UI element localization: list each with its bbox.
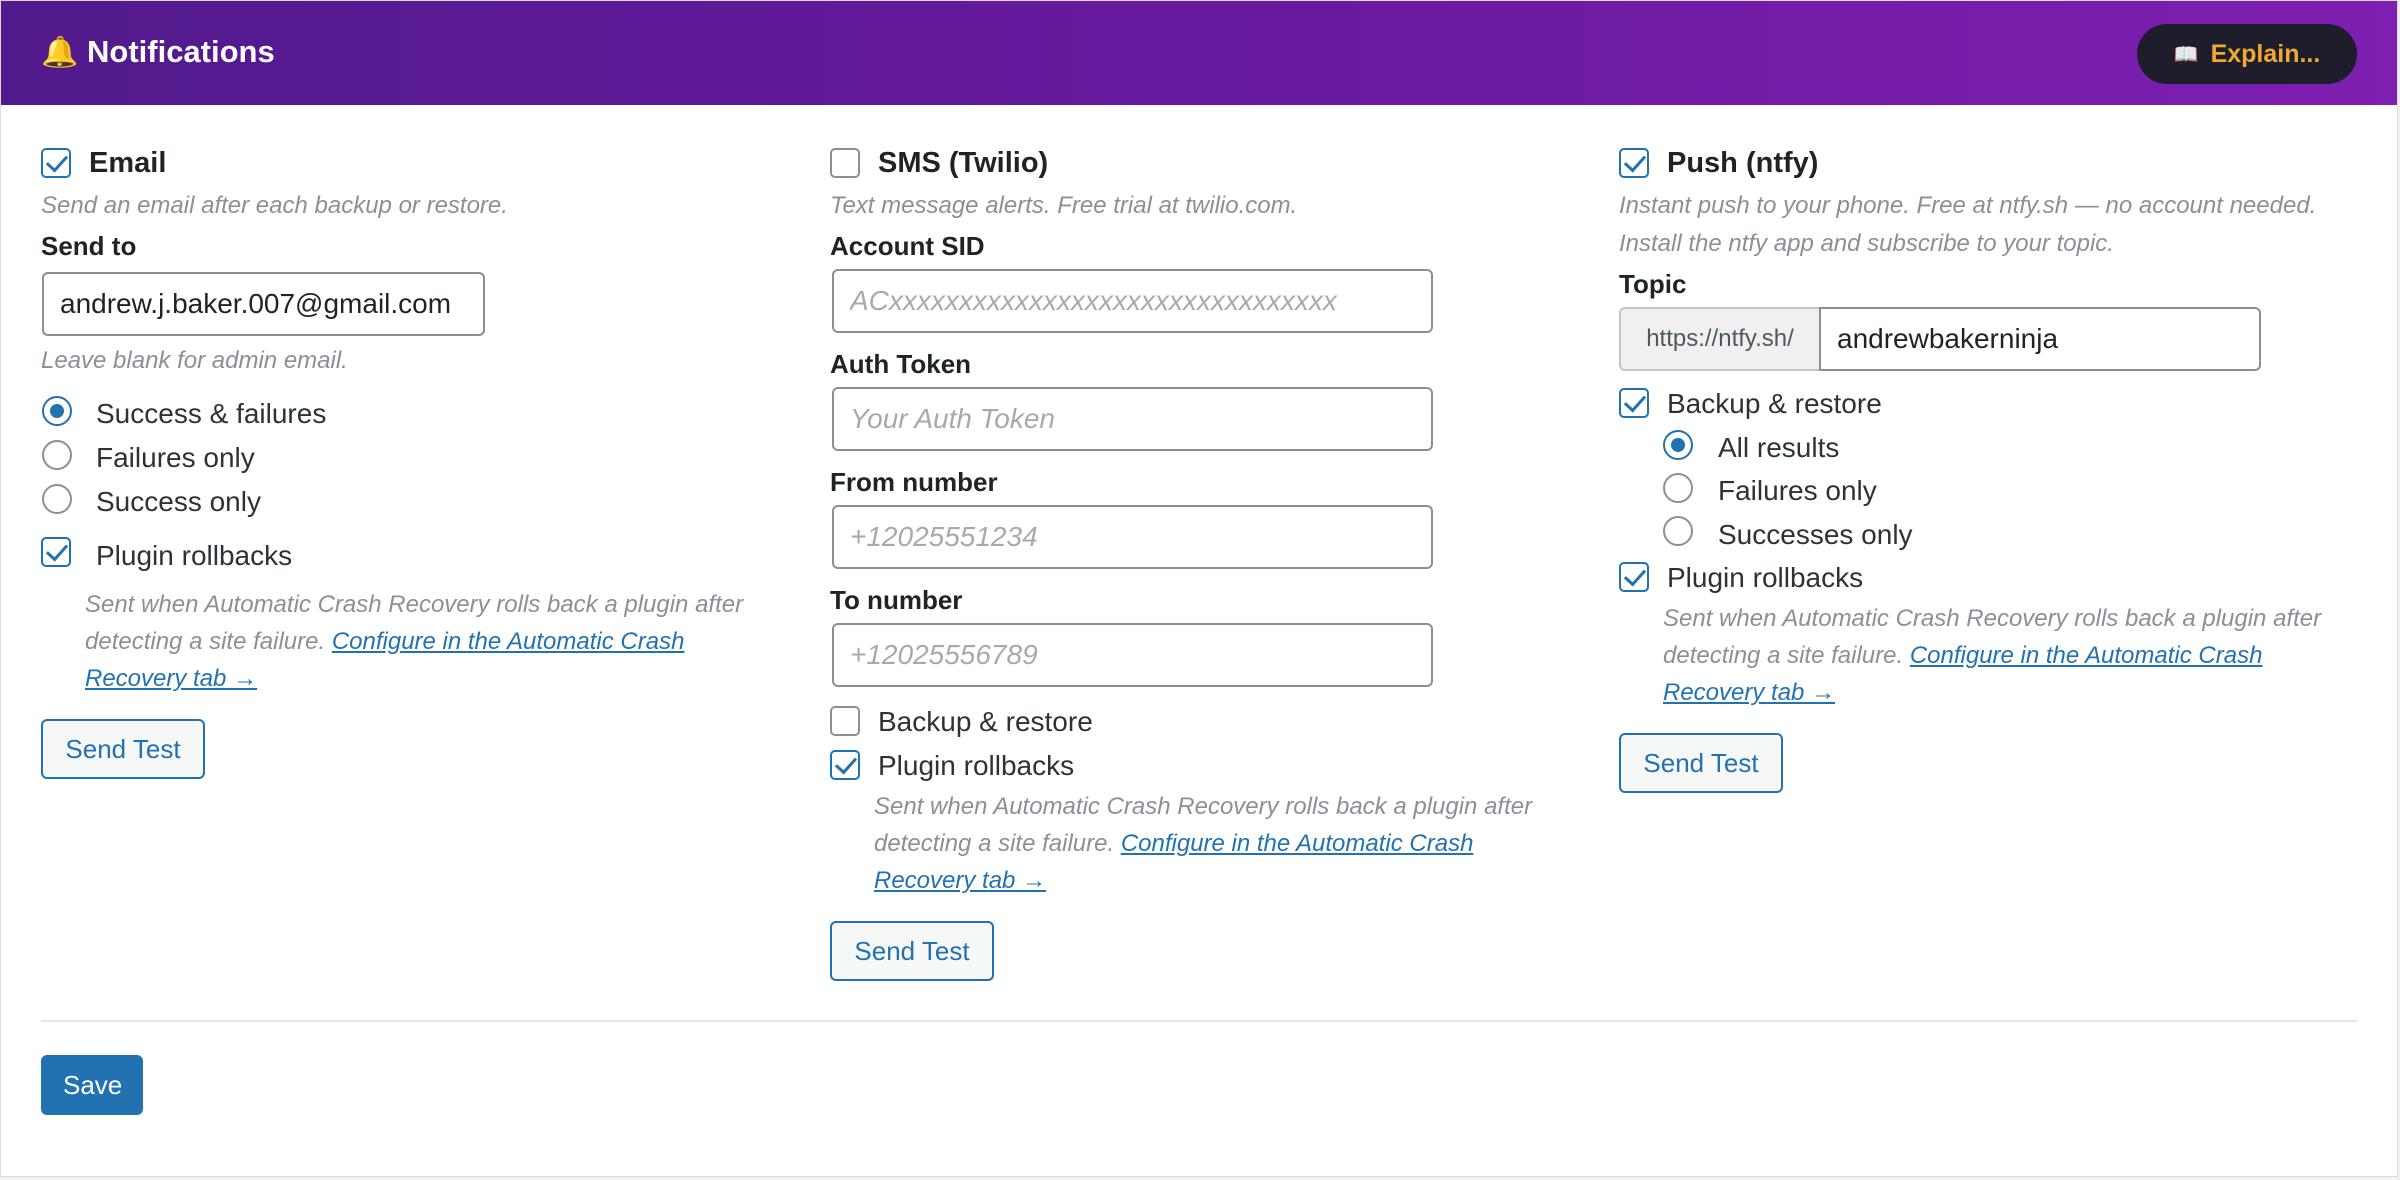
- to-number-label: To number: [830, 585, 963, 615]
- push-option-successes-only-radio[interactable]: [1663, 516, 1693, 546]
- panel-header: 🔔 Notifications 📖 Explain...: [1, 1, 2397, 105]
- footer-divider: [41, 1020, 2357, 1022]
- sms-enable-checkbox[interactable]: [830, 148, 860, 178]
- send-to-hint: Leave blank for admin email.: [41, 347, 348, 374]
- push-send-test-button[interactable]: Send Test: [1619, 733, 1783, 793]
- sms-rollbacks-note: Sent when Automatic Crash Recovery rolls…: [874, 788, 1554, 899]
- explain-button-label: Explain...: [2210, 39, 2321, 68]
- email-enable-checkbox[interactable]: [41, 148, 71, 178]
- push-option-successes-only-label: Successes only: [1718, 519, 1913, 550]
- push-enable-checkbox[interactable]: [1619, 148, 1649, 178]
- sms-backup-restore-checkbox[interactable]: [830, 706, 860, 736]
- email-option-success-only-radio[interactable]: [42, 484, 72, 514]
- sms-backup-restore-label: Backup & restore: [878, 706, 1093, 737]
- email-option-success-failures-label: Success & failures: [96, 398, 327, 429]
- send-to-input[interactable]: [42, 272, 485, 336]
- email-option-success-only-label: Success only: [96, 486, 261, 517]
- sms-rollbacks-label: Plugin rollbacks: [878, 750, 1075, 781]
- push-rollbacks-label: Plugin rollbacks: [1667, 562, 1864, 593]
- push-option-all-results-label: All results: [1718, 432, 1840, 463]
- push-option-all-results-radio[interactable]: [1663, 430, 1693, 460]
- topic-input[interactable]: [1819, 307, 2261, 371]
- account-sid-input[interactable]: [832, 269, 1433, 333]
- push-rollbacks-checkbox[interactable]: [1619, 562, 1649, 592]
- email-send-test-button[interactable]: Send Test: [41, 719, 205, 779]
- sms-section: SMS (Twilio) Text message alerts. Free t…: [790, 105, 1590, 1005]
- account-sid-label: Account SID: [830, 231, 985, 261]
- sms-rollbacks-checkbox[interactable]: [830, 750, 860, 780]
- bell-icon: 🔔: [41, 36, 79, 69]
- push-description: Instant push to your phone. Free at ntfy…: [1619, 192, 2317, 257]
- sms-send-test-button[interactable]: Send Test: [830, 921, 994, 981]
- auth-token-label: Auth Token: [830, 349, 972, 379]
- push-section: Push (ntfy) Instant push to your phone. …: [1579, 105, 2379, 855]
- email-rollbacks-label: Plugin rollbacks: [96, 540, 293, 571]
- topic-prefix: https://ntfy.sh/: [1619, 307, 1819, 371]
- email-description: Send an email after each backup or resto…: [41, 192, 508, 219]
- email-option-failures-only-radio[interactable]: [42, 440, 72, 470]
- sms-description: Text message alerts. Free trial at twili…: [830, 192, 1298, 219]
- push-option-failures-only-radio[interactable]: [1663, 473, 1693, 503]
- to-number-input[interactable]: [832, 623, 1433, 687]
- email-section-title: Email: [89, 147, 167, 179]
- push-option-failures-only-label: Failures only: [1718, 475, 1877, 506]
- auth-token-input[interactable]: [832, 387, 1433, 451]
- save-button[interactable]: Save: [41, 1055, 143, 1115]
- sms-section-title: SMS (Twilio): [878, 147, 1049, 179]
- send-to-label: Send to: [41, 231, 137, 261]
- from-number-input[interactable]: [832, 505, 1433, 569]
- email-option-success-failures-radio[interactable]: [42, 396, 72, 426]
- email-section: Email Send an email after each backup or…: [1, 105, 801, 805]
- book-icon: 📖: [2173, 43, 2199, 66]
- push-backup-restore-label: Backup & restore: [1667, 388, 1882, 419]
- notifications-panel: 🔔 Notifications 📖 Explain... Email Send …: [0, 0, 2398, 1177]
- email-rollbacks-checkbox[interactable]: [41, 537, 71, 567]
- page-title: Notifications: [87, 34, 275, 69]
- push-section-title: Push (ntfy): [1667, 147, 1819, 179]
- topic-label: Topic: [1619, 269, 1687, 299]
- email-rollbacks-note: Sent when Automatic Crash Recovery rolls…: [85, 586, 765, 697]
- push-backup-restore-checkbox[interactable]: [1619, 388, 1649, 418]
- push-rollbacks-note: Sent when Automatic Crash Recovery rolls…: [1663, 600, 2343, 711]
- from-number-label: From number: [830, 467, 998, 497]
- explain-button[interactable]: 📖 Explain...: [2137, 24, 2357, 84]
- email-option-failures-only-label: Failures only: [96, 442, 255, 473]
